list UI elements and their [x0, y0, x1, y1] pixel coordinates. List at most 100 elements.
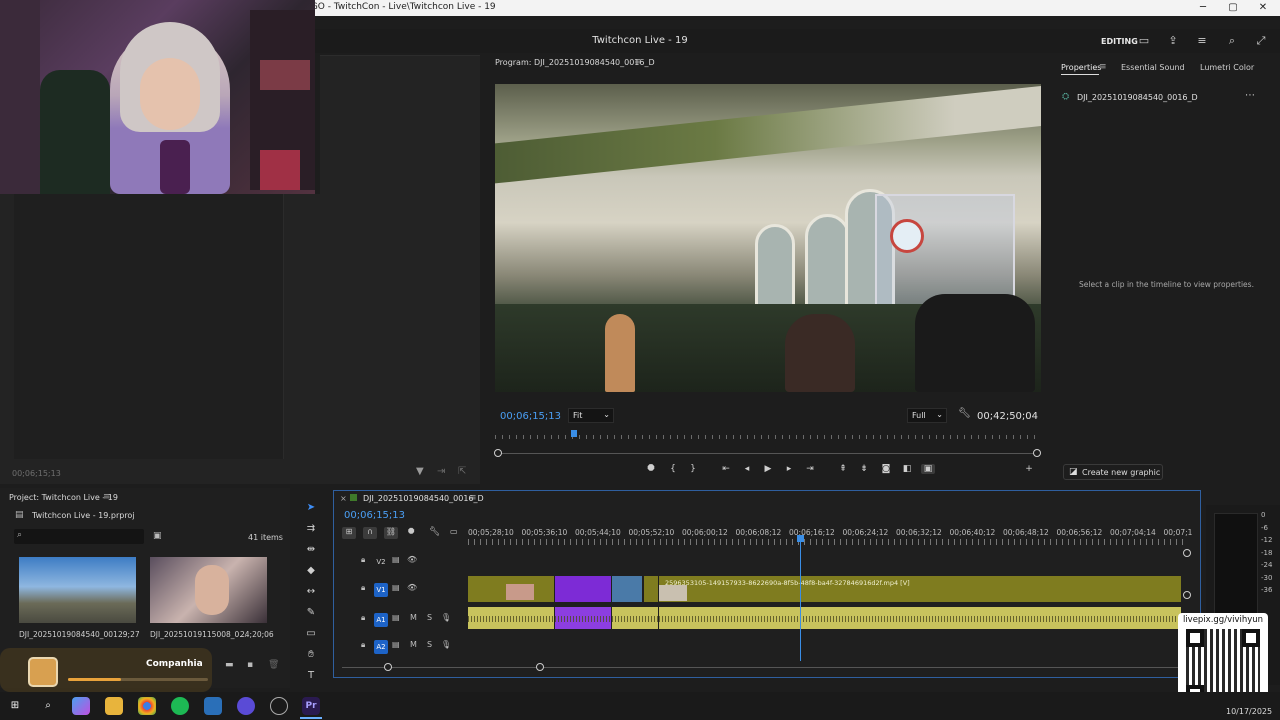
audio-clip[interactable]	[612, 607, 658, 629]
add-marker-icon[interactable]: ⯃	[408, 527, 414, 537]
go-to-out-icon[interactable]: ⇥	[803, 464, 817, 474]
export-frame-icon[interactable]: ◙	[879, 464, 893, 474]
mark-in-icon[interactable]: {	[666, 464, 680, 474]
new-bin-icon[interactable]: ▣	[153, 531, 162, 541]
program-monitor-title[interactable]: Program: DJI_20251019084540_0016_D	[495, 58, 655, 67]
hand-tool-icon[interactable]: ✋︎	[303, 647, 319, 663]
extract-icon[interactable]: ⇟	[857, 464, 871, 474]
eye-icon[interactable]: 👁︎	[407, 583, 417, 592]
nest-icon[interactable]: ⊞	[342, 527, 356, 539]
close-button[interactable]: ✕	[1248, 0, 1278, 16]
copilot-icon[interactable]	[72, 697, 90, 715]
type-tool-icon[interactable]: T	[303, 668, 319, 684]
proxy-toggle-icon[interactable]: ▣	[921, 464, 935, 474]
lift-icon[interactable]: ⇞	[836, 464, 850, 474]
sync-lock-icon[interactable]: ▤	[392, 555, 400, 564]
minimize-button[interactable]: ─	[1188, 0, 1218, 16]
pen-tool-icon[interactable]: ✎	[303, 605, 319, 621]
sync-lock-icon[interactable]: ▤	[392, 583, 400, 592]
workspace-mode[interactable]: EDITING	[1101, 37, 1138, 46]
solo-button[interactable]: S	[427, 640, 432, 649]
razor-tool-icon[interactable]: ◆	[303, 563, 319, 579]
panel-menu-icon[interactable]: ≡	[103, 492, 111, 502]
zoom-handle-left[interactable]	[494, 449, 502, 457]
track-label-v1[interactable]: V1	[374, 583, 388, 597]
step-back-icon[interactable]: ◂	[740, 464, 754, 474]
mute-button[interactable]: M	[410, 613, 417, 622]
monitor-icon[interactable]: ▭	[1137, 34, 1151, 48]
add-button-icon[interactable]: +	[1022, 464, 1036, 474]
more-options-icon[interactable]: ⋯	[1245, 90, 1255, 101]
panel-menu-icon[interactable]: ≡	[1099, 62, 1107, 72]
lock-icon[interactable]: 🔒︎	[361, 613, 365, 623]
vertical-scroll-bottom[interactable]	[1183, 591, 1191, 599]
timeline-timecode[interactable]: 00;06;15;13	[344, 510, 405, 521]
wrench-icon[interactable]: 🔧︎	[429, 527, 440, 537]
new-item-icon[interactable]: ▪	[247, 660, 253, 670]
track-label-a2[interactable]: A2	[374, 640, 388, 654]
project-thumbnail-2[interactable]	[150, 557, 267, 623]
file-explorer-icon[interactable]	[105, 697, 123, 715]
solo-button[interactable]: S	[427, 613, 432, 622]
audio-clip[interactable]	[468, 607, 554, 629]
tab-essential-sound[interactable]: Essential Sound	[1121, 63, 1185, 72]
play-icon[interactable]: ▶	[761, 464, 775, 474]
premiere-icon[interactable]: Pr	[302, 697, 320, 715]
rectangle-tool-icon[interactable]: ▭	[303, 626, 319, 642]
project-thumbnail-1[interactable]	[19, 557, 136, 623]
audio-clip[interactable]	[555, 607, 611, 629]
expand-icon[interactable]: ⤢	[1254, 34, 1268, 48]
insert-icon[interactable]: ⇥	[437, 466, 445, 477]
chrome-icon[interactable]	[138, 697, 156, 715]
discord-icon[interactable]	[237, 697, 255, 715]
close-sequence-icon[interactable]: ×	[340, 494, 347, 503]
panel-menu-icon[interactable]: ≡	[634, 57, 642, 67]
filter-icon[interactable]: ▼	[416, 466, 424, 477]
create-new-graphic-button[interactable]: ◪ Create new graphic	[1063, 464, 1163, 480]
zoom-select[interactable]: Fit ⌄	[568, 408, 614, 423]
timeline-playhead-handle[interactable]	[797, 535, 804, 542]
sync-lock-icon[interactable]: ▤	[392, 640, 400, 649]
comparison-view-icon[interactable]: ◧	[900, 464, 914, 474]
sync-lock-icon[interactable]: ▤	[392, 613, 400, 622]
lock-icon[interactable]: 🔒︎	[361, 583, 365, 593]
captions-icon[interactable]: ▭	[450, 527, 458, 536]
scroll-handle-right[interactable]	[536, 663, 544, 671]
eye-icon[interactable]: 👁︎	[407, 555, 417, 564]
linked-selection-icon[interactable]: ⛓︎	[384, 527, 398, 539]
add-marker-icon[interactable]: ⯃	[644, 464, 658, 474]
project-panel-title[interactable]: Project: Twitchcon Live - 19	[9, 493, 118, 502]
slip-tool-icon[interactable]: ↔	[303, 584, 319, 600]
folder-icon[interactable]: ▬	[225, 660, 234, 670]
lock-icon[interactable]: 🔒︎	[361, 640, 365, 650]
wrench-icon[interactable]: 🔧︎	[958, 408, 971, 419]
export-icon[interactable]: ⇱	[458, 466, 466, 477]
video-clip[interactable]	[644, 576, 658, 602]
video-clip[interactable]	[555, 576, 611, 602]
lock-icon[interactable]: 🔒︎	[361, 555, 365, 565]
step-forward-icon[interactable]: ▸	[782, 464, 796, 474]
ripple-edit-tool-icon[interactable]: ⇹	[303, 542, 319, 558]
search-icon[interactable]: ⌕	[39, 697, 57, 715]
zoom-handle-right[interactable]	[1033, 449, 1041, 457]
selection-tool-icon[interactable]: ➤	[303, 500, 319, 516]
share-icon[interactable]: ⇪	[1166, 34, 1180, 48]
mic-icon[interactable]: 🎙︎	[441, 613, 451, 622]
trash-icon[interactable]: 🗑︎	[268, 660, 279, 670]
mark-out-icon[interactable]: }	[686, 464, 700, 474]
panel-menu-icon[interactable]: ≡	[469, 493, 477, 503]
mute-button[interactable]: M	[410, 640, 417, 649]
app-icon[interactable]	[204, 697, 222, 715]
project-search-input[interactable]: ⌕	[14, 529, 144, 544]
timeline-playhead[interactable]	[800, 535, 801, 661]
windows-start-icon[interactable]: ⊞	[6, 697, 24, 715]
video-clip[interactable]	[612, 576, 642, 602]
timeline-scrollbar[interactable]	[342, 667, 1182, 668]
tab-lumetri-color[interactable]: Lumetri Color	[1200, 63, 1254, 72]
obs-icon[interactable]	[270, 697, 288, 715]
sequence-tab[interactable]: DJI_20251019084540_0016_D	[363, 494, 484, 503]
scroll-handle-left[interactable]	[384, 663, 392, 671]
audio-clip[interactable]	[659, 607, 1181, 629]
vertical-scroll-top[interactable]	[1183, 549, 1191, 557]
search-icon[interactable]: ⌕	[1225, 34, 1239, 48]
